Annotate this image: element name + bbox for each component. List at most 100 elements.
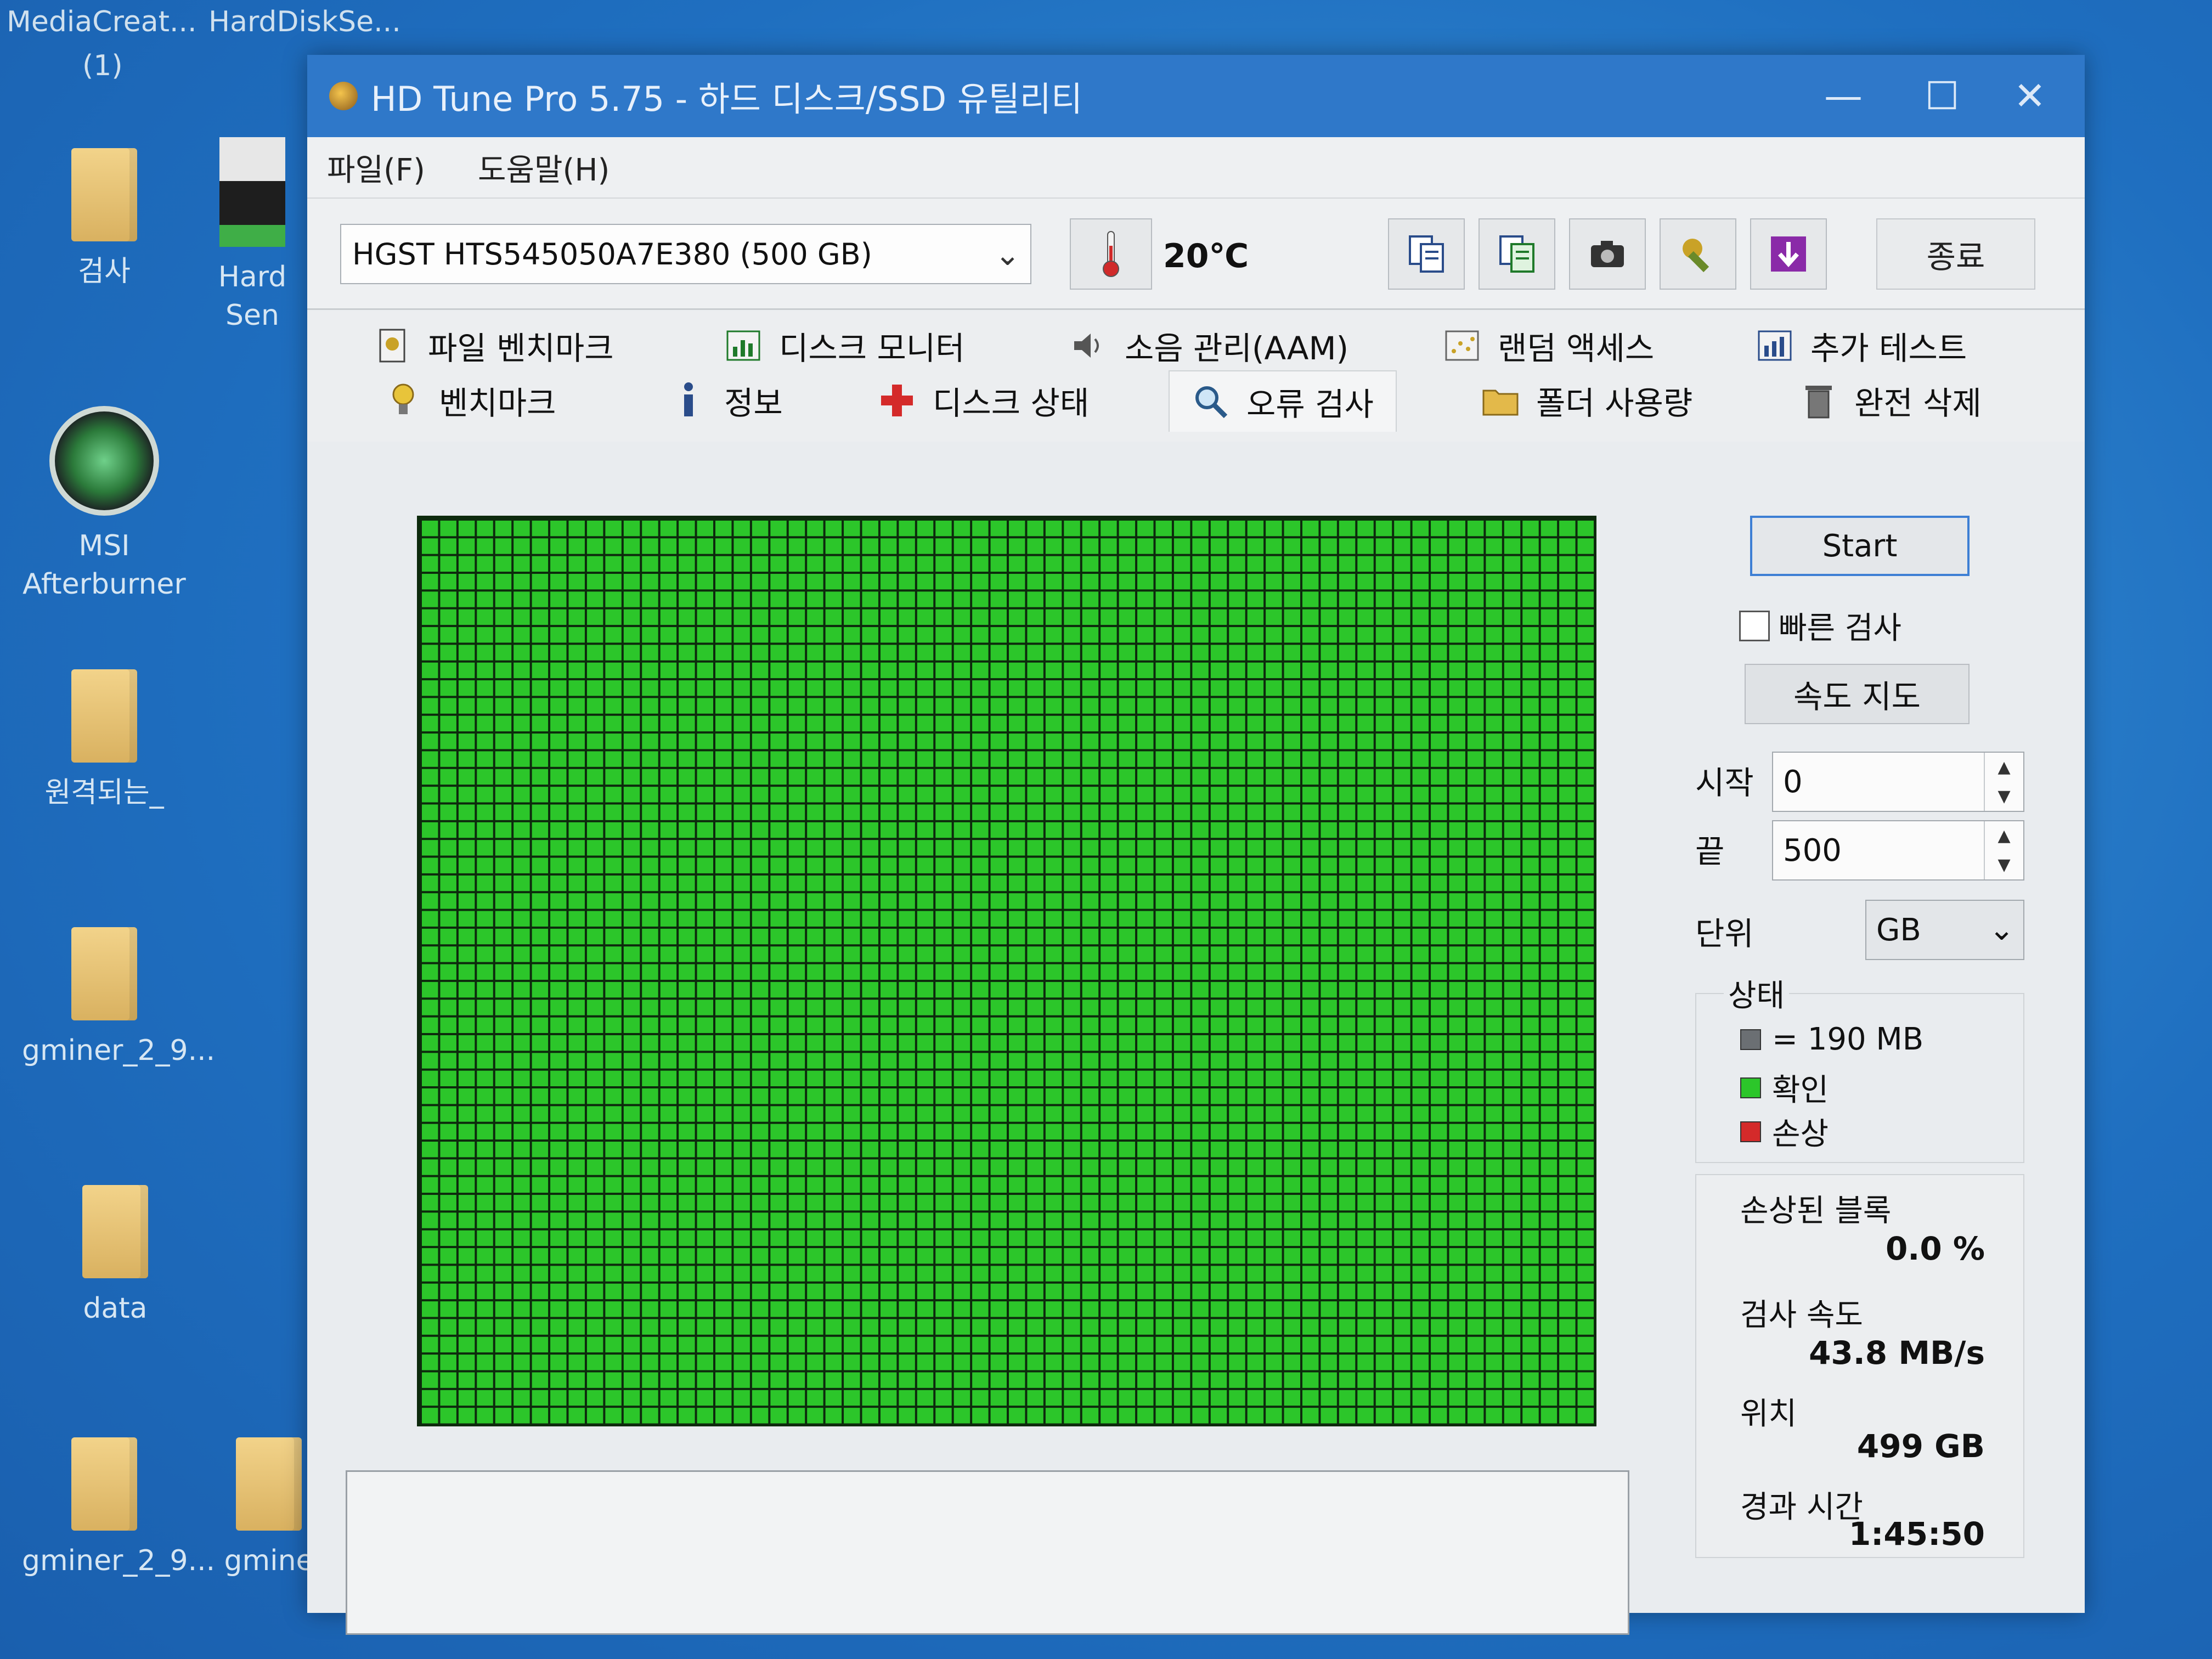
desktop-icon-inspect[interactable]: 검사 (22, 148, 187, 291)
close-button[interactable]: ✕ (1986, 71, 2074, 121)
afterburner-icon (49, 406, 159, 516)
desktop-icon-label: gmine (224, 1544, 314, 1577)
red-swatch (1740, 1121, 1761, 1142)
chevron-down-icon: ⌄ (1989, 912, 2015, 947)
up-arrow-icon[interactable]: ▲ (1997, 758, 2010, 777)
start-input[interactable]: 0 ▲ ▼ (1772, 752, 2024, 812)
green-swatch (1740, 1077, 1761, 1098)
legend-label: = 190 MB (1772, 1022, 1924, 1057)
menu-file[interactable]: 파일(F) (327, 145, 425, 190)
desktop-icon-label: MSI Afterburner (22, 529, 186, 601)
elapsed-time-label: 경과 시간 (1740, 1489, 1863, 1525)
desktop-icon-label: gminer_2_9... (22, 1544, 216, 1577)
info-icon (669, 381, 708, 420)
copy-icon (1409, 235, 1444, 273)
window-title: HD Tune Pro 5.75 - 하드 디스크/SSD 유틸리티 (371, 79, 1082, 119)
desktop-icon-gminer-1[interactable]: gminer_2_9... (22, 927, 215, 1070)
tab-label: 소음 관리(AAM) (1125, 330, 1349, 367)
desktop-icon-label: data (83, 1292, 148, 1325)
download-arrow-icon (1771, 236, 1806, 272)
end-input[interactable]: 500 ▲ ▼ (1772, 820, 2024, 881)
legend-item-damaged: 손상 (1740, 1109, 1829, 1154)
speaker-icon (1070, 326, 1108, 365)
tab-aam[interactable]: 소음 관리(AAM) (1070, 321, 1348, 370)
folder-icon (71, 927, 137, 1020)
folder-icon (71, 1437, 137, 1531)
desktop-icon-hardsen[interactable]: Hard Sen (198, 137, 307, 335)
tab-disk-monitor[interactable]: 디스크 모니터 (724, 321, 965, 370)
desktop-icon-gminer-2[interactable]: gminer_2_9... (22, 1437, 215, 1580)
copy-all-button[interactable] (1479, 218, 1555, 290)
tab-label: 랜덤 액세스 (1498, 330, 1655, 367)
hdtune-app-icon (329, 82, 358, 110)
desktop-label-mediacreat: MediaCreat... (7, 5, 197, 38)
up-arrow-icon[interactable]: ▲ (1997, 826, 2010, 845)
tab-label: 파일 벤치마크 (428, 330, 614, 367)
exit-button[interactable]: 종료 (1876, 218, 2035, 290)
scan-statistics: 손상된 블록 0.0 % 검사 속도 43.8 MB/s 위치 499 GB 경… (1695, 1174, 2024, 1558)
tab-benchmark[interactable]: 벤치마크 (384, 376, 556, 425)
tab-strip: 파일 벤치마크 디스크 모니터 소음 관리(AAM) 랜덤 액세스 추가 테스트 (307, 310, 2085, 442)
tab-folder-usage[interactable]: 폴더 사용량 (1481, 376, 1692, 425)
start-button[interactable]: Start (1750, 516, 1970, 576)
desktop-icon-afterburner[interactable]: MSI Afterburner (22, 406, 187, 603)
desktop-icon-data[interactable]: data (33, 1185, 198, 1328)
down-arrow-icon[interactable]: ▼ (1997, 787, 2010, 806)
speed-map-button[interactable]: 속도 지도 (1745, 664, 1970, 724)
maximize-button[interactable]: ☐ (1898, 71, 1986, 121)
tab-label: 폴더 사용량 (1536, 385, 1693, 422)
down-arrow-icon[interactable]: ▼ (1997, 855, 2010, 874)
random-access-icon (1443, 326, 1481, 365)
unit-select[interactable]: GB ⌄ (1865, 900, 2024, 960)
options-button[interactable] (1660, 218, 1736, 290)
folder-icon (236, 1437, 302, 1531)
tab-label: 완전 삭제 (1854, 385, 1982, 422)
status-legend: 상태 = 190 MB 확인 손상 (1695, 971, 2024, 1163)
gray-swatch (1740, 1029, 1761, 1050)
log-area (346, 1470, 1629, 1635)
app-shortcut-icon (219, 137, 285, 247)
tab-file-benchmark[interactable]: 파일 벤치마크 (373, 321, 614, 370)
position-value: 499 GB (1857, 1427, 1985, 1465)
desktop-label-harddisk: HardDiskSe... (208, 5, 401, 38)
error-scan-panel: Start 빠른 검사 속도 지도 시작 0 ▲ ▼ 끝 500 ▲ ▼ 단위 GB… (346, 516, 2046, 1635)
copy-info-button[interactable] (1388, 218, 1465, 290)
toolbar: HGST HTS545050A7E380 (500 GB) ⌄ 20℃ 종료 (307, 199, 2085, 310)
save-button[interactable] (1750, 218, 1827, 290)
camera-icon (1591, 241, 1624, 267)
wrench-icon (1683, 239, 1709, 273)
desktop-icon-remote[interactable]: 원격되는_ (22, 669, 187, 812)
quick-scan-label: 빠른 검사 (1779, 611, 1901, 646)
scan-controls: Start 빠른 검사 속도 지도 시작 0 ▲ ▼ 끝 500 ▲ ▼ 단위 GB… (1695, 516, 2046, 1613)
tab-info[interactable]: 정보 (669, 376, 783, 425)
quick-scan-checkbox[interactable] (1739, 610, 1770, 641)
tab-label: 추가 테스트 (1810, 330, 1967, 367)
unit-field-label: 단위 (1695, 915, 1754, 952)
block-map (417, 516, 1596, 1426)
tab-label: 디스크 상태 (933, 385, 1090, 422)
screenshot-button[interactable] (1569, 218, 1646, 290)
minimize-button[interactable]: — (1799, 71, 1887, 121)
damaged-blocks-label: 손상된 블록 (1740, 1193, 1892, 1229)
tab-random-access[interactable]: 랜덤 액세스 (1443, 321, 1654, 370)
tab-secure-erase[interactable]: 완전 삭제 (1799, 376, 1982, 425)
tab-label: 정보 (724, 385, 783, 422)
unit-select-value: GB (1876, 912, 1921, 948)
desktop-icon-gmine[interactable]: gmine (219, 1437, 318, 1580)
end-spinner[interactable]: ▲ ▼ (1984, 821, 2023, 879)
tab-extra-tests[interactable]: 추가 테스트 (1756, 321, 1967, 370)
menu-help[interactable]: 도움말(H) (478, 145, 610, 190)
desktop-icon-label: 검사 (78, 255, 131, 288)
quick-scan-option[interactable]: 빠른 검사 (1739, 603, 1901, 648)
tab-label: 디스크 모니터 (779, 330, 965, 367)
tab-error-scan[interactable]: 오류 검사 (1169, 370, 1397, 432)
end-input-value: 500 (1783, 832, 1842, 868)
trash-icon (1799, 381, 1838, 420)
tab-disk-health[interactable]: 디스크 상태 (878, 376, 1089, 425)
start-spinner[interactable]: ▲ ▼ (1984, 753, 2023, 811)
start-input-value: 0 (1783, 764, 1803, 800)
folder-usage-icon (1481, 381, 1520, 420)
drive-select[interactable]: HGST HTS545050A7E380 (500 GB) ⌄ (340, 224, 1031, 284)
title-bar[interactable]: HD Tune Pro 5.75 - 하드 디스크/SSD 유틸리티 — ☐ ✕ (307, 55, 2085, 137)
desktop-icon-label: Hard Sen (218, 261, 287, 332)
